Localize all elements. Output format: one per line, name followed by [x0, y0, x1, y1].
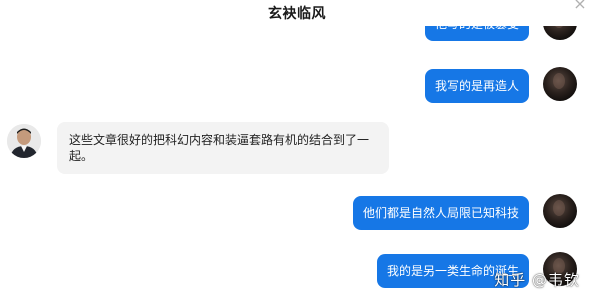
avatar-other-portrait-icon	[7, 124, 41, 158]
chat-area: 他写的是被篡变 我写的是再造人 这些文章很好的把科幻内容和装逼套路有机的结合到了…	[0, 0, 594, 298]
message-text: 我写的是再造人	[434, 79, 519, 93]
chat-title: 玄袂临风	[268, 6, 326, 22]
message-text: 他们都是自然人局限已知科技	[362, 206, 519, 220]
close-icon[interactable]: ×	[572, 0, 588, 12]
avatar-self[interactable]	[543, 194, 577, 228]
message-bubble-outgoing: 我写的是再造人	[424, 69, 529, 103]
message-text: 这些文章很好的把科幻内容和装逼套路有机的结合到了一起。	[69, 133, 370, 163]
chat-header: 玄袂临风 ×	[0, 0, 594, 26]
avatar-other[interactable]	[7, 124, 41, 158]
watermark: 知乎 @韦钦	[494, 271, 580, 289]
avatar-self[interactable]	[543, 67, 577, 101]
message-bubble-outgoing: 他们都是自然人局限已知科技	[352, 196, 529, 230]
message-bubble-incoming: 这些文章很好的把科幻内容和装逼套路有机的结合到了一起。	[57, 122, 389, 174]
